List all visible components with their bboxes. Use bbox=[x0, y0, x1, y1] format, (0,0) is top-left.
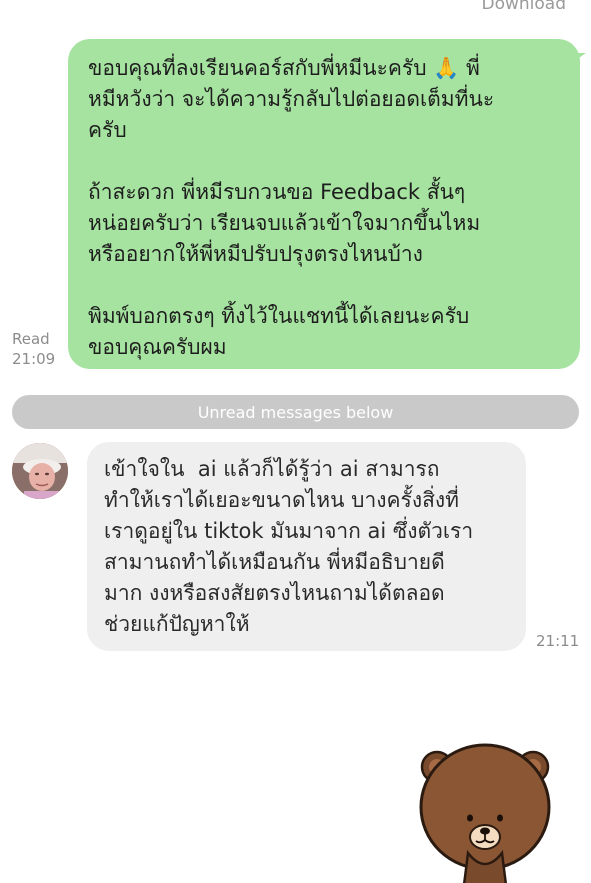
user-avatar-icon bbox=[12, 443, 68, 499]
brown-bear-sticker-icon[interactable] bbox=[410, 735, 560, 883]
incoming-message-text: เข้าใจใน ai แล้วก็ได้รู้ว่า ai สามารถ ทำ… bbox=[104, 457, 474, 636]
unread-divider-label: Unread messages below bbox=[197, 402, 394, 422]
sender-avatar[interactable] bbox=[12, 443, 68, 499]
read-label: Read bbox=[12, 330, 50, 348]
outgoing-message-text: ขอบคุณที่ลงเรียนคอร์สกับพี่หมีนะครับ 🙏 พ… bbox=[88, 56, 495, 359]
read-status: Read 21:09 bbox=[12, 329, 55, 369]
incoming-time: 21:11 bbox=[536, 632, 580, 650]
outgoing-time: 21:09 bbox=[12, 350, 56, 368]
download-link[interactable]: Download bbox=[481, 0, 566, 14]
chat-screen: Download ขอบคุณที่ลงเรียนคอร์สกับพี่หมีน… bbox=[0, 0, 591, 883]
unread-messages-divider: Unread messages below bbox=[12, 395, 579, 429]
